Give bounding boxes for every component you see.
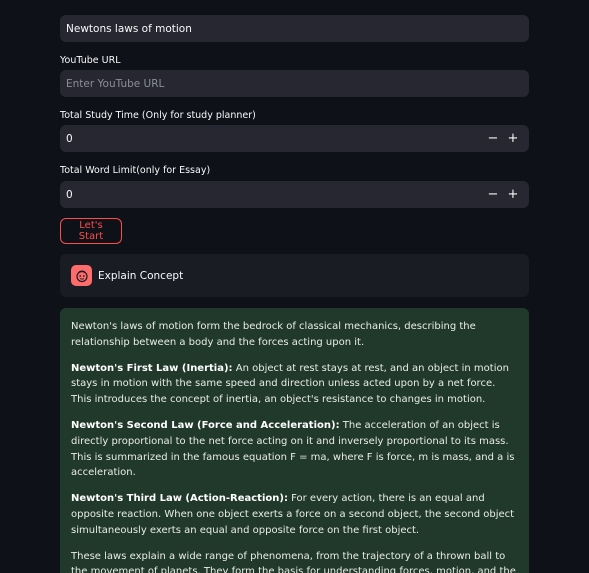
second-law-paragraph: Newton's Second Law (Force and Accelerat… (71, 418, 518, 481)
topic-input-value: Newtons laws of motion (66, 22, 192, 35)
first-law-title: Newton's First Law (Inertia): (71, 362, 233, 374)
study-time-input[interactable]: 0 − + (60, 125, 529, 152)
second-law-title: Newton's Second Law (Force and Accelerat… (71, 419, 340, 431)
explanation-panel: Newton's laws of motion form the bedrock… (60, 308, 529, 573)
study-time-value: 0 (66, 132, 73, 145)
first-law-paragraph: Newton's First Law (Inertia): An object … (71, 361, 518, 408)
study-time-label: Total Study Time (Only for study planner… (60, 110, 256, 121)
youtube-url-input[interactable]: Enter YouTube URL (60, 70, 529, 97)
third-law-paragraph: Newton's Third Law (Action-Reaction): Fo… (71, 491, 518, 538)
explain-concept-header: Explain Concept (60, 254, 529, 297)
word-limit-input[interactable]: 0 − + (60, 181, 529, 208)
youtube-url-placeholder: Enter YouTube URL (66, 77, 165, 90)
study-time-decrement-button[interactable]: − (483, 131, 503, 146)
word-limit-increment-button[interactable]: + (503, 187, 523, 202)
lets-start-button[interactable]: Let's Start (60, 218, 122, 244)
robot-face-icon (75, 269, 88, 282)
youtube-url-label: YouTube URL (60, 55, 121, 66)
study-time-increment-button[interactable]: + (503, 131, 523, 146)
word-limit-label: Total Word Limit(only for Essay) (60, 165, 211, 176)
topic-input[interactable]: Newtons laws of motion (60, 15, 529, 42)
assistant-avatar (71, 265, 92, 286)
explanation-intro: Newton's laws of motion form the bedrock… (71, 321, 476, 348)
word-limit-value: 0 (66, 188, 73, 201)
explanation-closing: These laws explain a wide range of pheno… (71, 550, 516, 573)
explain-concept-title: Explain Concept (98, 269, 184, 282)
app-page: Newtons laws of motion YouTube URL Enter… (0, 0, 589, 573)
word-limit-decrement-button[interactable]: − (483, 187, 503, 202)
third-law-title: Newton's Third Law (Action-Reaction): (71, 493, 288, 505)
